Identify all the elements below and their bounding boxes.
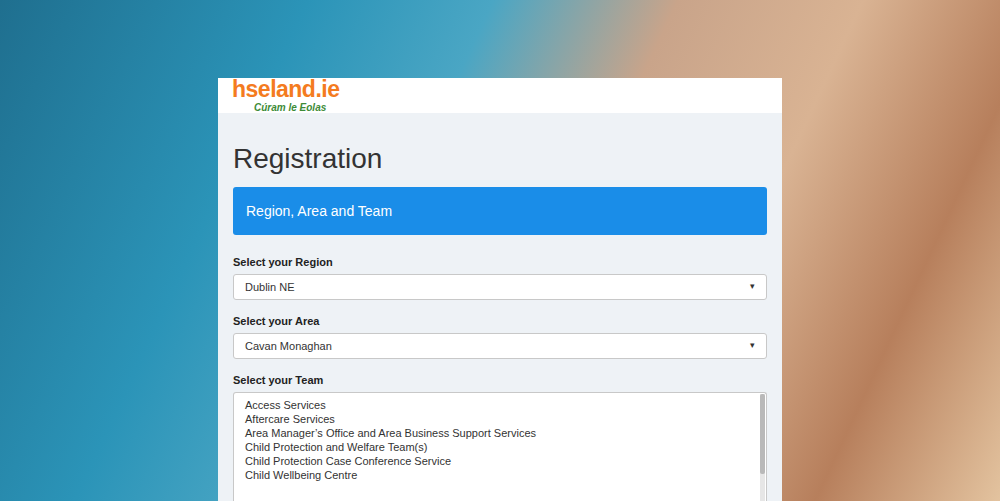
field-label: Select your Team <box>233 373 767 387</box>
field-label: Select your Region <box>233 255 767 269</box>
dropdown-arrow-icon: ▾ <box>750 280 755 294</box>
listbox-option[interactable]: Aftercare Services <box>245 412 750 426</box>
select-box[interactable]: Dublin NE ▾ <box>233 274 767 300</box>
page: hseland.ieCúram le EolasRegistrationRegi… <box>0 0 1000 501</box>
form-field: Select your Area Cavan Monaghan ▾ <box>233 314 767 373</box>
listbox-option[interactable]: Area Manager’s Office and Area Business … <box>245 426 750 440</box>
team-listbox[interactable]: Access ServicesAftercare ServicesArea Ma… <box>233 392 767 501</box>
select-value: Cavan Monaghan <box>245 338 332 355</box>
scrollbar[interactable] <box>760 394 765 501</box>
dropdown-arrow-icon: ▾ <box>750 339 755 353</box>
listbox-option[interactable]: Access Services <box>245 398 750 412</box>
section-bar: Region, Area and Team <box>233 187 767 235</box>
form-title: Registration <box>233 143 767 175</box>
form-field: Select your Region Dublin NE ▾ <box>233 255 767 314</box>
form-body: Registration Region, Area and Team Select … <box>218 113 782 501</box>
listbox-option[interactable]: Child Protection Case Conference Service <box>245 454 750 468</box>
listbox-option[interactable]: Child Protection and Welfare Team(s) <box>245 440 750 454</box>
form-field: Select your Team Access ServicesAftercare… <box>233 373 767 501</box>
registration-card: hseland.ieCúram le EolasRegistrationRegi… <box>218 78 782 501</box>
field-label: Select your Area <box>233 314 767 328</box>
listbox-option[interactable]: Child Wellbeing Centre <box>245 468 750 482</box>
logo: hseland.ieCúram le Eolas <box>232 78 768 113</box>
header: hseland.ieCúram le Eolas <box>218 78 782 113</box>
select-value: Dublin NE <box>245 279 295 296</box>
select-box[interactable]: Cavan Monaghan ▾ <box>233 333 767 359</box>
